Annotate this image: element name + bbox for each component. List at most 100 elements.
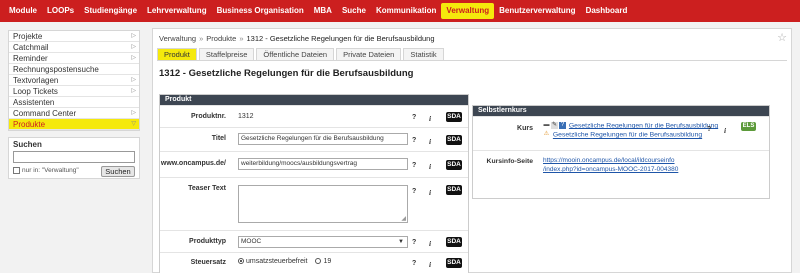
main-content: Verwaltung» Produkte» 1312 - Gesetzliche R… bbox=[152, 28, 792, 273]
nav-kommunikation[interactable]: Kommunikation bbox=[371, 3, 441, 19]
sda-button[interactable]: SDA bbox=[446, 135, 462, 145]
info-icon[interactable]: i bbox=[429, 260, 431, 269]
kursinfo-label: Kursinfo-Seite bbox=[486, 158, 533, 165]
sidebar-item-label: Textvorlagen bbox=[13, 76, 59, 85]
warning-icon: ⚠ bbox=[543, 131, 550, 138]
help-icon[interactable]: ? bbox=[412, 114, 416, 121]
help-icon[interactable]: ? bbox=[412, 260, 416, 267]
kursinfo-link[interactable]: https://mooin.oncampus.de/local/ildcours… bbox=[543, 156, 678, 174]
nav-verwaltung[interactable]: Verwaltung bbox=[441, 3, 495, 19]
info-icon[interactable]: i bbox=[429, 162, 431, 171]
top-navigation: Module LOOPs Studiengänge Lehrverwaltung… bbox=[0, 0, 800, 22]
sidebar-item-produkte[interactable]: Produkte ▽ bbox=[9, 119, 139, 130]
sidebar-item-textvorlagen[interactable]: Textvorlagen ▷ bbox=[9, 75, 139, 86]
sidebar-item-assistenten[interactable]: Assistenten bbox=[9, 97, 139, 108]
sidebar-item-label: Reminder bbox=[13, 54, 48, 63]
produkttyp-row: Produkttyp MOOC ▼ ? i SDA bbox=[160, 230, 468, 252]
radio-19[interactable] bbox=[315, 258, 322, 265]
chevron-right-icon: ▷ bbox=[131, 55, 136, 61]
help-icon[interactable]: ? bbox=[412, 239, 416, 246]
search-scope-label: nur in: "Verwaltung" bbox=[22, 167, 79, 174]
kurs-link[interactable]: Gesetzliche Regelungen für die Berufsaus… bbox=[553, 132, 702, 139]
resize-handle-icon[interactable]: ◢ bbox=[401, 215, 406, 222]
selbstlernkurs-panel: Selbstlernkurs Kurs ▬ ✎? Gesetzliche Rege… bbox=[472, 105, 770, 199]
sidebar-item-reminder[interactable]: Reminder ▷ bbox=[9, 53, 139, 64]
tab-produkt[interactable]: Produkt bbox=[157, 48, 197, 60]
sda-button[interactable]: SDA bbox=[446, 237, 462, 247]
info-icon[interactable]: i bbox=[429, 188, 431, 197]
info-icon[interactable]: i bbox=[724, 126, 726, 135]
tab-oeffentliche-dateien[interactable]: Öffentliche Dateien bbox=[256, 48, 335, 60]
search-title: Suchen bbox=[13, 140, 42, 149]
radio-label: 19 bbox=[323, 258, 332, 265]
help-icon[interactable]: ? bbox=[412, 137, 416, 144]
url-input[interactable]: weiterbildung/moocs/ausbildungsvertrag bbox=[238, 158, 408, 170]
sidebar-item-catchmail[interactable]: Catchmail ▷ bbox=[9, 42, 139, 53]
kurs-link-line: ▬ ✎? Gesetzliche Regelungen für die Beruf… bbox=[543, 122, 718, 129]
sidebar-item-projekte[interactable]: Projekte ▷ bbox=[9, 31, 139, 42]
sidebar-item-rechnungspostensuche[interactable]: Rechnungspostensuche bbox=[9, 64, 139, 75]
checkbox-icon[interactable] bbox=[13, 167, 20, 174]
els-badge[interactable]: ELS bbox=[741, 122, 756, 131]
produkttyp-select[interactable]: MOOC ▼ bbox=[238, 236, 408, 248]
sda-button[interactable]: SDA bbox=[446, 160, 462, 170]
kursinfo-link-line[interactable]: /index.php?id=oncampus-MOOC-2017-004380 bbox=[543, 165, 678, 174]
nav-studiengaenge[interactable]: Studiengänge bbox=[79, 3, 142, 19]
star-icon[interactable]: ☆ bbox=[777, 31, 787, 44]
sidebar-item-loop-tickets[interactable]: Loop Tickets ▷ bbox=[9, 86, 139, 97]
breadcrumb-produkte[interactable]: Produkte bbox=[206, 34, 236, 43]
nav-dashboard[interactable]: Dashboard bbox=[581, 3, 633, 19]
nav-business-organisation[interactable]: Business Organisation bbox=[212, 3, 309, 19]
breadcrumb-verwaltung[interactable]: Verwaltung bbox=[159, 34, 196, 43]
teaser-row: Teaser Text ◢ ? i SDA bbox=[160, 177, 468, 230]
nav-loops[interactable]: LOOPs bbox=[42, 3, 79, 19]
kursinfo-link-line[interactable]: https://mooin.oncampus.de/local/ildcours… bbox=[543, 156, 678, 165]
tab-statistik[interactable]: Statistik bbox=[403, 48, 444, 60]
search-scope-checkbox[interactable]: nur in: "Verwaltung" bbox=[13, 167, 79, 174]
sidebar-item-label: Command Center bbox=[13, 109, 77, 118]
sidebar-item-label: Assistenten bbox=[13, 98, 55, 107]
info-icon[interactable]: i bbox=[429, 239, 431, 248]
kurs-links: ▬ ✎? Gesetzliche Regelungen für die Beruf… bbox=[543, 122, 718, 139]
nav-benutzerverwaltung[interactable]: Benutzerverwaltung bbox=[494, 3, 580, 19]
tab-staffelpreise[interactable]: Staffelpreise bbox=[198, 48, 255, 60]
minus-icon[interactable]: ▬ bbox=[543, 122, 550, 129]
nav-mba[interactable]: MBA bbox=[309, 3, 337, 19]
info-icon[interactable]: i bbox=[429, 137, 431, 146]
question-icon[interactable]: ? bbox=[559, 122, 566, 129]
sidebar-item-label: Rechnungspostensuche bbox=[13, 65, 99, 74]
produkttyp-value: MOOC bbox=[241, 238, 262, 245]
sidebar-item-command-center[interactable]: Command Center ▷ bbox=[9, 108, 139, 119]
sidebar-item-label: Catchmail bbox=[13, 43, 49, 52]
kursinfo-row: Kursinfo-Seite https://mooin.oncampus.de… bbox=[473, 150, 769, 178]
titel-input[interactable]: Gesetzliche Regelungen für die Berufsaus… bbox=[238, 133, 408, 145]
help-icon[interactable]: ? bbox=[412, 188, 416, 195]
sda-button[interactable]: SDA bbox=[446, 185, 462, 195]
sda-button[interactable]: SDA bbox=[446, 258, 462, 268]
help-icon[interactable]: ? bbox=[707, 126, 711, 133]
dropdown-arrow-icon: ▼ bbox=[398, 239, 404, 245]
edit-icon[interactable]: ✎ bbox=[551, 122, 558, 129]
nav-lehrverwaltung[interactable]: Lehrverwaltung bbox=[142, 3, 212, 19]
help-icon[interactable]: ? bbox=[412, 162, 416, 169]
tab-bar: Produkt Staffelpreise Öffentliche Dateie… bbox=[157, 48, 446, 60]
produkttyp-label: Produkttyp bbox=[189, 238, 226, 245]
teaser-textarea[interactable]: ◢ bbox=[238, 185, 408, 223]
breadcrumb-current: 1312 - Gesetzliche Regelungen für die Be… bbox=[246, 34, 435, 43]
sidebar-item-label: Produkte bbox=[13, 120, 46, 129]
nav-module[interactable]: Module bbox=[4, 3, 42, 19]
breadcrumb-separator: » bbox=[199, 34, 204, 43]
tab-private-dateien[interactable]: Private Dateien bbox=[336, 48, 402, 60]
search-input[interactable] bbox=[13, 151, 135, 163]
chevron-right-icon: ▷ bbox=[131, 110, 136, 116]
info-icon[interactable]: i bbox=[429, 114, 431, 123]
titel-row: Titel Gesetzliche Regelungen für die Ber… bbox=[160, 127, 468, 151]
radio-umsatzsteuerbefreit[interactable] bbox=[238, 258, 244, 265]
search-button[interactable]: Suchen bbox=[101, 166, 135, 177]
sda-button[interactable]: SDA bbox=[446, 112, 462, 122]
kurs-link[interactable]: Gesetzliche Regelungen für die Berufsaus… bbox=[569, 122, 718, 129]
steuersatz-row: Steuersatz umsatzsteuerbefreit 19 ? i SD… bbox=[160, 252, 468, 273]
panel-header: Selbstlernkurs bbox=[473, 106, 769, 116]
nav-suche[interactable]: Suche bbox=[337, 3, 371, 19]
chevron-right-icon: ▷ bbox=[131, 33, 136, 39]
